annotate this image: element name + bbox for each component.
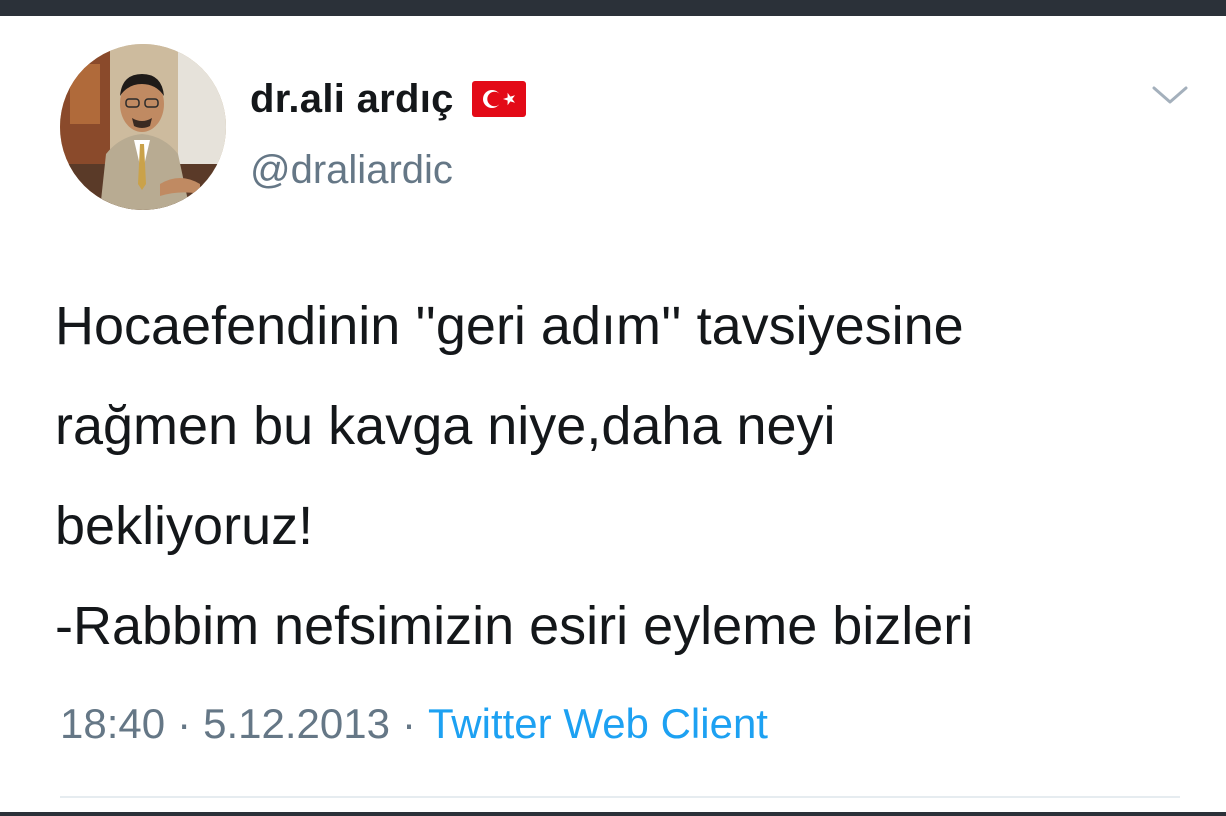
tweet-text-line: -Rabbim nefsimizin esiri eyleme bizleri [55, 596, 974, 656]
display-name[interactable]: dr.ali ardıç [250, 77, 454, 122]
avatar-photo [60, 44, 226, 210]
divider [60, 796, 1180, 798]
tweet-card: dr.ali ardıç @draliardic Hocaefendinin '… [0, 16, 1226, 816]
tweet-text-line: bekliyoruz! [55, 496, 314, 556]
author-name-row: dr.ali ardıç [250, 74, 526, 124]
tweet-text: Hocaefendinin ''geri adım'' tavsiyesine … [55, 276, 1195, 676]
tweet-text-line: Hocaefendinin ''geri adım'' tavsiyesine [55, 296, 964, 356]
window-top-bar [0, 0, 1226, 16]
tweet-meta: 18:40 · 5.12.2013 · Twitter Web Client [60, 700, 768, 748]
window-bottom-edge [0, 812, 1226, 816]
turkey-flag-icon [471, 81, 526, 117]
author-handle[interactable]: @draliardic [250, 148, 453, 193]
meta-separator: · [177, 700, 192, 747]
chevron-down-icon[interactable] [1150, 82, 1190, 110]
tweet-date[interactable]: 5.12.2013 [203, 700, 390, 747]
meta-separator: · [401, 700, 416, 747]
tweet-time[interactable]: 18:40 [60, 700, 165, 747]
tweet-source-link[interactable]: Twitter Web Client [428, 700, 768, 747]
avatar[interactable] [60, 44, 226, 210]
tweet-text-line: rağmen bu kavga niye,daha neyi [55, 396, 836, 456]
